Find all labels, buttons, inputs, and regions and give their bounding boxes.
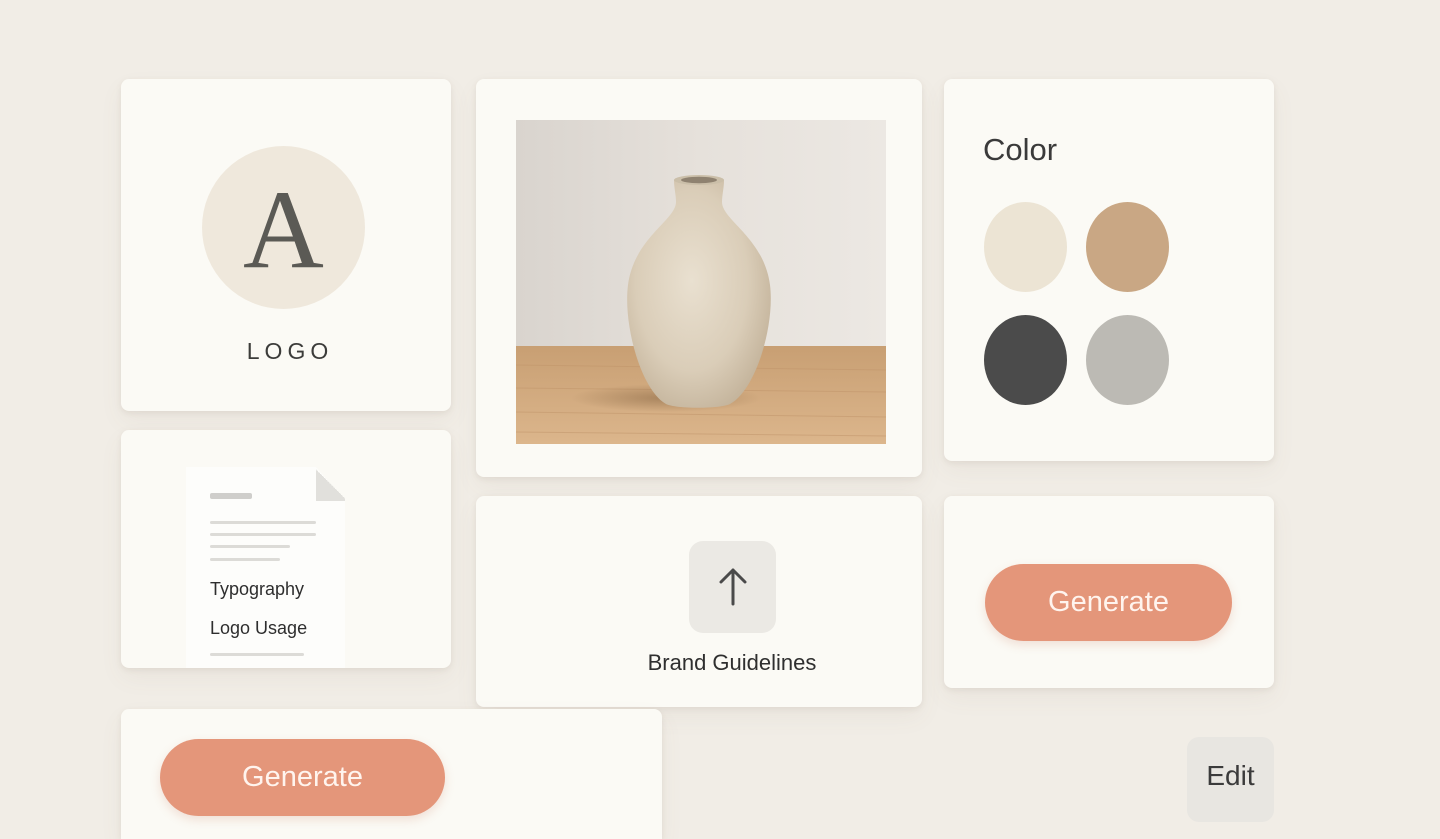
color-swatch[interactable]: [984, 202, 1067, 292]
vase-photo: [516, 120, 886, 444]
generate-card: Generate: [944, 496, 1274, 688]
edit-button[interactable]: Edit: [1187, 737, 1274, 822]
generate-button[interactable]: Generate: [985, 564, 1232, 641]
logo-card[interactable]: A LOGO: [121, 79, 451, 411]
doc-item-typography: Typography: [210, 579, 305, 599]
color-title: Color: [983, 132, 1058, 167]
logo-label: LOGO: [246, 338, 334, 364]
image-card[interactable]: [476, 79, 922, 477]
color-swatch[interactable]: [984, 315, 1067, 405]
page-fold: [316, 467, 345, 501]
arrow-up-icon: [719, 568, 746, 606]
vase-illustration: [516, 120, 886, 444]
doc-item-logo-usage: Logo Usage: [210, 618, 308, 638]
doc-line: [210, 545, 290, 548]
color-swatch[interactable]: [1086, 202, 1169, 292]
doc-heading-line: [210, 493, 252, 499]
brand-guidelines-card[interactable]: Brand Guidelines: [476, 496, 922, 707]
doc-line: [210, 521, 316, 524]
logo-mark: A: [202, 146, 365, 309]
generate-card: Generate: [121, 709, 662, 839]
doc-line: [210, 533, 316, 536]
generate-button[interactable]: Generate: [160, 739, 445, 816]
color-swatch[interactable]: [1086, 315, 1169, 405]
doc-line: [210, 653, 304, 656]
doc-line: [210, 558, 280, 561]
color-card[interactable]: Color: [944, 79, 1274, 461]
upload-button[interactable]: [689, 541, 776, 633]
logo-letter: A: [243, 167, 324, 292]
typography-doc-card[interactable]: Typography Logo Usage: [121, 430, 451, 668]
upload-label: Brand Guidelines: [647, 650, 817, 675]
